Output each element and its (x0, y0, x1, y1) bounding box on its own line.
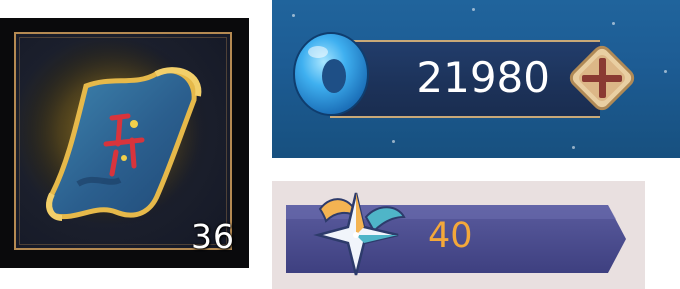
add-currency-button[interactable] (562, 38, 642, 118)
item-slot[interactable]: 36 (0, 18, 249, 268)
item-count: 36 (191, 217, 235, 256)
badge-value: 40 (428, 216, 473, 256)
background-star (472, 8, 475, 11)
plus-icon (569, 45, 635, 111)
background-star (664, 70, 667, 73)
background-star (612, 22, 615, 25)
winged-star-icon (313, 192, 406, 276)
magic-carpet-icon (21, 37, 211, 227)
currency-panel: 21980 (272, 0, 680, 158)
background-star (392, 140, 395, 143)
currency-value: 21980 (416, 53, 550, 102)
background-star (572, 146, 575, 149)
badge-panel: 40 (272, 181, 645, 289)
background-star (292, 14, 295, 17)
blue-ring-gem-icon (293, 32, 369, 116)
